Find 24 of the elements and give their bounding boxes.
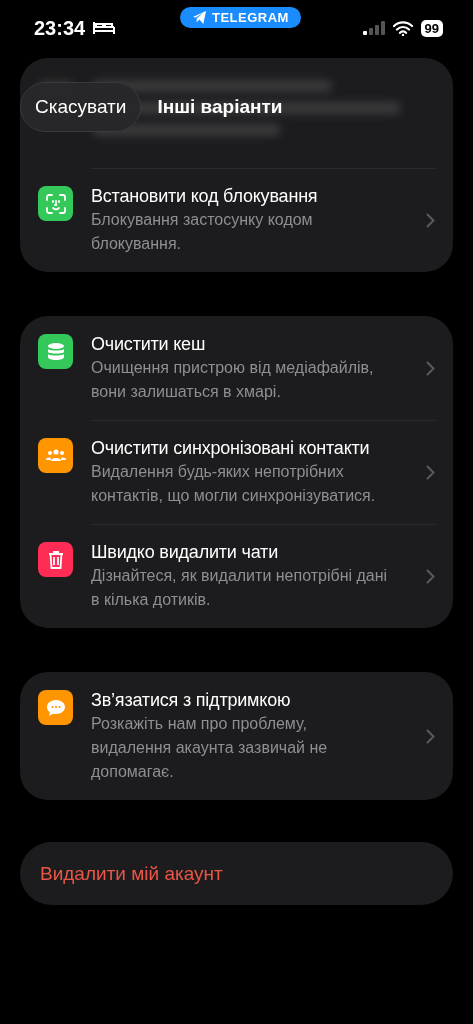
wifi-icon: [392, 20, 413, 36]
chevron-icon: [426, 728, 435, 744]
sheet-title: Інші варіанти: [157, 96, 283, 118]
option-title[interactable]: Очистити синхронізовані контакти: [91, 436, 418, 460]
bed-icon: [93, 21, 116, 35]
send-icon: [192, 10, 207, 25]
cancel-button[interactable]: Скасувати: [20, 82, 142, 132]
chevron-icon: [426, 464, 435, 480]
option-description: Очищення пристрою від медіафайлів, вони залишаться в хмарі.: [91, 358, 375, 402]
option-title[interactable]: Встановити код блокування: [91, 184, 418, 208]
chevron-icon: [426, 212, 435, 228]
option-title[interactable]: Швидко видалити чати: [91, 540, 418, 564]
option-title[interactable]: Очистити кеш: [91, 332, 418, 356]
option-description: Розкажіть нам про проблему, видалення акаунта зазвичай не допомагає.: [91, 714, 329, 782]
option-title[interactable]: Зв’язатися з підтримкою: [91, 688, 418, 712]
chevron-icon: [426, 568, 435, 584]
delete-account-button[interactable]: Видалити мій акаунт: [20, 842, 453, 905]
option-description: Дізнайтеся, як видалити непотрібні дані в кілька дотиків.: [91, 566, 389, 610]
option-description: Блокування застосунку кодом блокування.: [91, 210, 314, 254]
option-description: Видалення будь-яких непотрібних контактів, що могли синхронізуватися.: [91, 462, 377, 506]
chevron-icon: [426, 360, 435, 376]
battery-level: 99: [420, 19, 443, 37]
status-time: 23:34: [34, 16, 86, 40]
signal-icon: [362, 21, 385, 35]
